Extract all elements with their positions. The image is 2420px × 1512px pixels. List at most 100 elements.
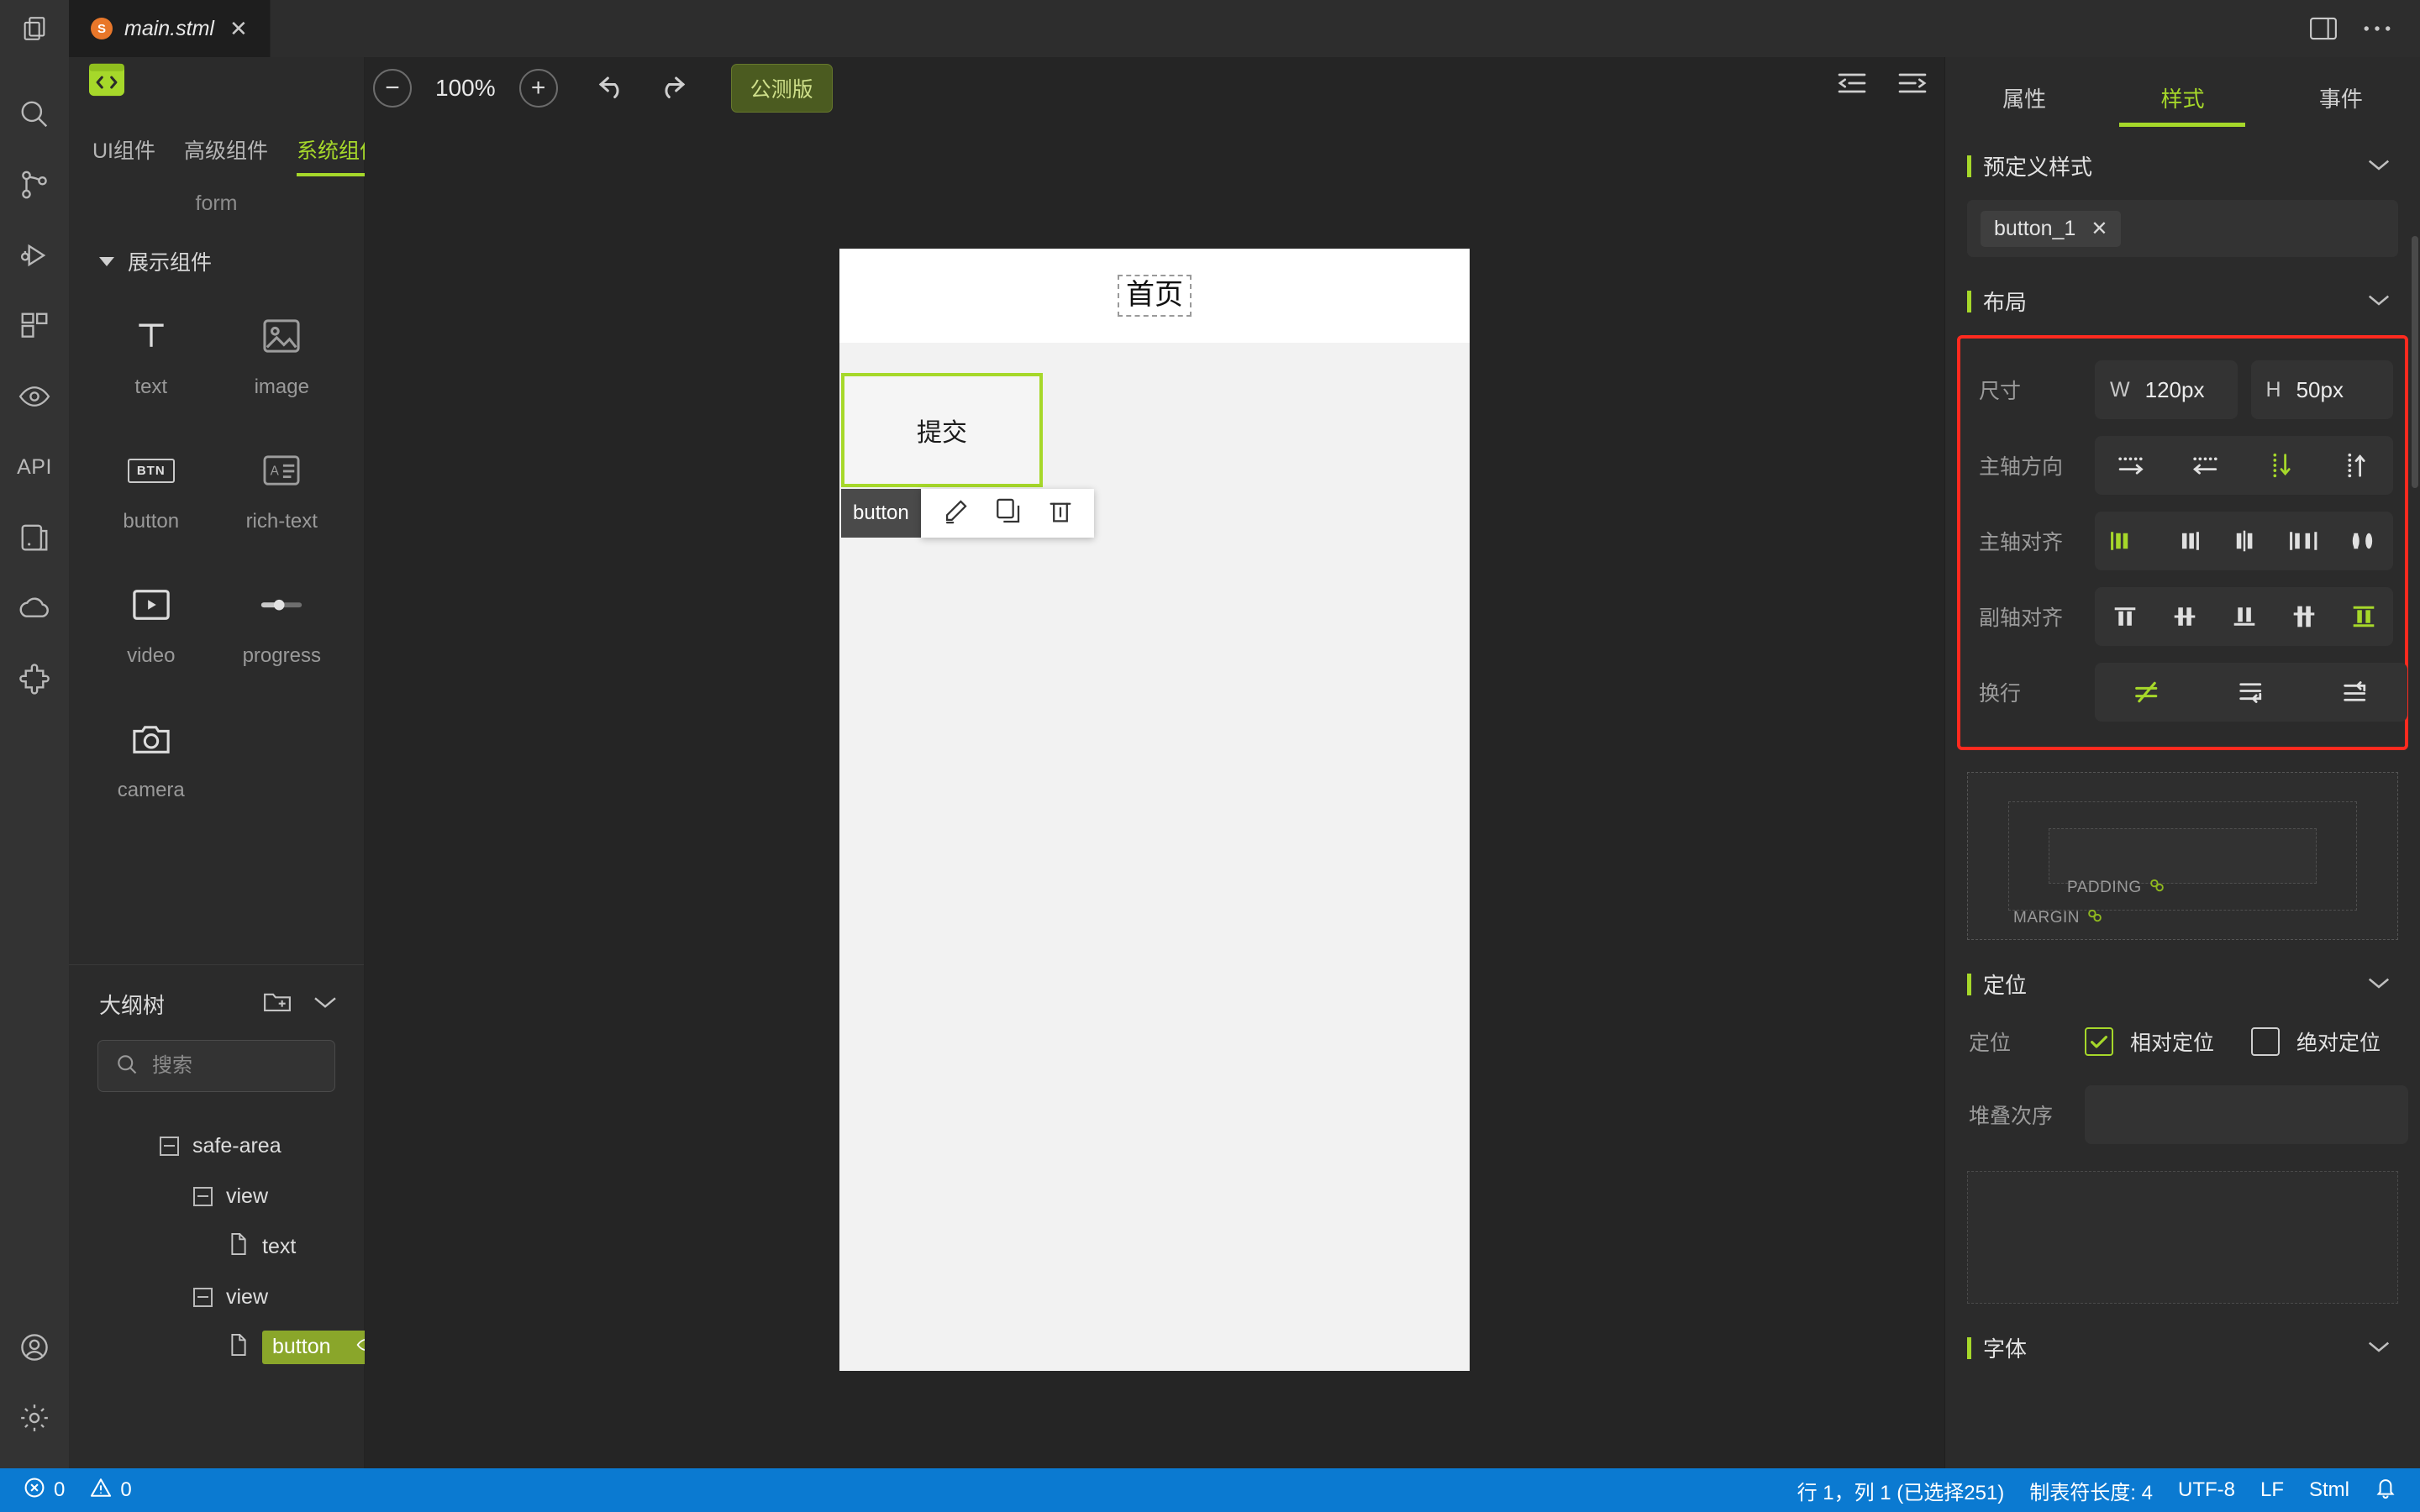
height-field[interactable]: H 50px: [2250, 360, 2393, 419]
wrap-wrap-reverse[interactable]: [2303, 663, 2407, 722]
absolute-checkbox[interactable]: [2251, 1027, 2281, 1056]
plugin-icon[interactable]: [0, 643, 69, 714]
section-position[interactable]: 定位: [1945, 940, 2420, 1018]
link-icon[interactable]: [2086, 907, 2103, 929]
undo-icon[interactable]: [597, 72, 630, 105]
chevron-down-icon[interactable]: [2366, 155, 2391, 178]
beta-badge[interactable]: 公测版: [730, 64, 833, 113]
language-mode[interactable]: Stml: [2309, 1478, 2349, 1502]
wrap-nowrap[interactable]: [2095, 663, 2199, 722]
chevron-down-icon[interactable]: [312, 994, 339, 1015]
tree-item-text[interactable]: text: [69, 1221, 364, 1272]
component-item-image[interactable]: image: [217, 291, 348, 426]
relative-checkbox[interactable]: [2085, 1027, 2113, 1056]
source-control-icon[interactable]: [0, 150, 69, 220]
cross-align-flex-end[interactable]: [2214, 587, 2274, 646]
cursor-position[interactable]: 行 1，列 1 (已选择251): [1797, 1476, 2005, 1505]
bell-icon[interactable]: [2375, 1476, 2396, 1505]
component-item-text[interactable]: text: [86, 291, 217, 426]
tree-item-view-2[interactable]: view: [69, 1272, 364, 1322]
main-axis-column[interactable]: [2244, 436, 2319, 495]
page-title[interactable]: 首页: [1118, 275, 1192, 317]
cross-align-center[interactable]: [2154, 587, 2214, 646]
errors-indicator[interactable]: 0: [24, 1477, 65, 1504]
outline-search[interactable]: [97, 1040, 335, 1092]
collapse-toggle-icon[interactable]: [193, 1287, 213, 1307]
component-item-video[interactable]: video: [86, 560, 217, 695]
chevron-down-icon[interactable]: [2366, 290, 2391, 313]
warnings-indicator[interactable]: 0: [90, 1477, 132, 1504]
inspector-scrollbar[interactable]: [2412, 236, 2418, 488]
style-chip-button_1[interactable]: button_1 ✕: [1981, 210, 2122, 247]
delete-trash-icon[interactable]: [1047, 497, 1074, 530]
tree-item-safe-area[interactable]: safe-area: [69, 1121, 364, 1171]
zoom-out-button[interactable]: −: [373, 69, 412, 108]
absolute-position-option[interactable]: 绝对定位: [2251, 1026, 2381, 1057]
edit-pencil-icon[interactable]: [941, 497, 970, 530]
redo-icon[interactable]: [654, 72, 687, 105]
phone-body[interactable]: 提交 button: [839, 343, 1470, 1371]
main-axis-column-reverse[interactable]: [2318, 436, 2393, 495]
position-offsets-box[interactable]: [1967, 1171, 2398, 1304]
tree-item-button[interactable]: button: [69, 1322, 390, 1373]
tab-properties[interactable]: 属性: [1945, 82, 2103, 127]
collapse-toggle-icon[interactable]: [193, 1186, 213, 1206]
tab-size[interactable]: 制表符长度: 4: [2029, 1476, 2153, 1505]
main-align-center[interactable]: [2214, 512, 2274, 570]
group-display-components[interactable]: 展示组件: [69, 224, 364, 285]
account-icon[interactable]: [0, 1312, 69, 1383]
link-icon[interactable]: [2149, 877, 2165, 899]
tab-styles[interactable]: 样式: [2103, 82, 2261, 127]
component-item-rich-text[interactable]: A rich-text: [217, 426, 348, 560]
cross-align-flex-start[interactable]: [2095, 587, 2154, 646]
section-layout[interactable]: 布局: [1945, 257, 2420, 335]
run-debug-icon[interactable]: [0, 220, 69, 291]
chevron-down-icon[interactable]: [2366, 973, 2391, 996]
api-label[interactable]: API: [0, 432, 69, 502]
extensions-icon[interactable]: [0, 291, 69, 361]
close-icon[interactable]: ✕: [226, 18, 251, 39]
component-item-button[interactable]: BTN button: [86, 426, 217, 560]
tab-events[interactable]: 事件: [2262, 82, 2420, 127]
width-field[interactable]: W 120px: [2095, 360, 2238, 419]
chevron-down-icon[interactable]: [2366, 1336, 2391, 1360]
more-actions-icon[interactable]: [2363, 24, 2391, 33]
preview-eye-icon[interactable]: [0, 361, 69, 432]
component-item-camera[interactable]: camera: [86, 695, 217, 829]
remove-chip-icon[interactable]: ✕: [2091, 217, 2107, 241]
collapse-toggle-icon[interactable]: [160, 1136, 179, 1156]
collapse-right-icon[interactable]: [1896, 69, 1929, 102]
duplicate-icon[interactable]: [995, 497, 1022, 530]
main-align-flex-end[interactable]: [2154, 512, 2214, 570]
zoom-in-button[interactable]: +: [518, 69, 558, 108]
tab-advanced-components[interactable]: 高级组件: [184, 134, 268, 176]
cross-align-baseline[interactable]: [2274, 587, 2333, 646]
new-node-icon[interactable]: [263, 990, 292, 1019]
main-align-space-around[interactable]: [2333, 512, 2393, 570]
wrap-wrap[interactable]: [2199, 663, 2303, 722]
tree-item-view-1[interactable]: view: [69, 1171, 364, 1221]
main-axis-row[interactable]: [2095, 436, 2170, 495]
main-align-space-between[interactable]: [2274, 512, 2333, 570]
files-icon[interactable]: [0, 0, 69, 57]
zindex-input[interactable]: [2085, 1085, 2408, 1144]
device-icon[interactable]: [0, 502, 69, 573]
panel-toggle-icon[interactable]: [2309, 16, 2338, 41]
selected-button-element[interactable]: 提交: [841, 373, 1043, 487]
box-model-diagram[interactable]: PADDING MARGIN: [1967, 772, 2398, 940]
search-icon[interactable]: [0, 79, 69, 150]
tab-ui-components[interactable]: UI组件: [92, 134, 155, 176]
eol[interactable]: LF: [2260, 1478, 2284, 1502]
phone-preview[interactable]: 首页 提交 button: [839, 249, 1470, 1371]
encoding[interactable]: UTF-8: [2178, 1478, 2235, 1502]
component-item-progress[interactable]: progress: [217, 560, 348, 695]
section-predefined-styles[interactable]: 预定义样式: [1945, 127, 2420, 200]
code-block-icon[interactable]: [87, 62, 126, 102]
relative-position-option[interactable]: 相对定位: [2085, 1026, 2214, 1057]
search-input[interactable]: [152, 1054, 318, 1078]
design-canvas[interactable]: − 100% + 公测版 首页 提交 button: [365, 57, 1944, 1468]
cloud-icon[interactable]: [0, 573, 69, 643]
collapse-left-icon[interactable]: [1835, 69, 1869, 102]
settings-gear-icon[interactable]: [0, 1383, 69, 1453]
cross-align-stretch[interactable]: [2333, 587, 2393, 646]
